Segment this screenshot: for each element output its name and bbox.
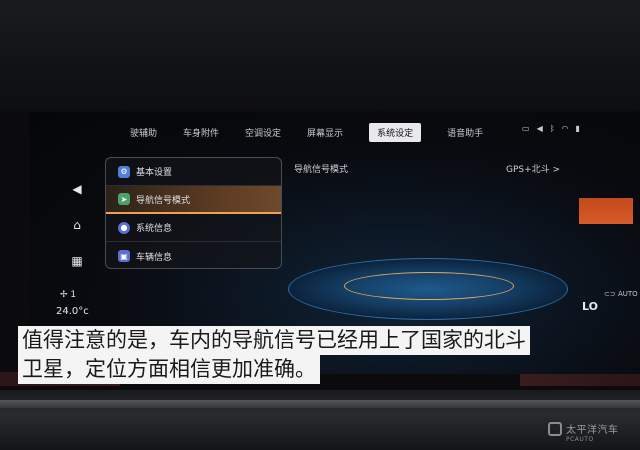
- top-tab-bar: 驶辅助 车身附件 空调设定 屏幕显示 系统设定 语音助手: [130, 122, 590, 142]
- watermark: 太平洋汽车 PCAUTO: [566, 421, 619, 443]
- gear-icon: ⚙: [118, 165, 130, 178]
- menu-item-label: 导航信号模式: [136, 195, 191, 206]
- menu-item-label: 基本设置: [136, 168, 173, 178]
- menu-item-basic-settings[interactable]: ⚙ 基本设置: [106, 158, 281, 186]
- menu-item-vehicle-info[interactable]: ▣ 车辆信息: [106, 242, 281, 268]
- image-caption: 值得注意的是，车内的导航信号已经用上了国家的北斗 卫星，定位方面相信更加准确。: [18, 326, 530, 384]
- car-info-icon: ▣: [118, 250, 130, 262]
- left-temperature[interactable]: 24.0°c: [56, 306, 89, 317]
- navigation-icon: ➤: [118, 193, 130, 205]
- left-rail: ◀ ⌂ ▦: [70, 182, 84, 268]
- status-bar: ▭ ◀ ᛒ ◠ ▮: [522, 124, 580, 133]
- back-icon[interactable]: ◀: [70, 182, 84, 196]
- caption-line-1: 值得注意的是，车内的导航信号已经用上了国家的北斗: [18, 326, 530, 355]
- car-icon: ⊂⊃: [604, 290, 618, 298]
- volume-icon: ◀: [536, 124, 543, 133]
- ambient-light-reflection: [579, 198, 633, 224]
- info-icon: ●: [118, 221, 130, 234]
- ring-highlight: [344, 272, 514, 300]
- wifi-icon: ◠: [561, 124, 569, 133]
- nav-signal-mode-label: 导航信号模式: [294, 165, 349, 175]
- dashboard-bottom: [0, 390, 640, 450]
- home-icon[interactable]: ⌂: [70, 218, 84, 232]
- tab-voice-assistant[interactable]: 语音助手: [447, 126, 483, 139]
- settings-menu: ⚙ 基本设置 ➤ 导航信号模式 ● 系统信息 ▣ 车辆信息: [105, 157, 282, 269]
- fan-icon: ✢: [60, 290, 71, 300]
- dashboard-top: [0, 0, 640, 110]
- menu-item-label: 车辆信息: [136, 252, 173, 263]
- tab-ac-settings[interactable]: 空调设定: [245, 126, 281, 139]
- menu-item-system-info[interactable]: ● 系统信息: [106, 214, 281, 242]
- tab-system-settings[interactable]: 系统设定: [369, 122, 422, 142]
- watermark-sub: PCAUTO: [566, 436, 594, 443]
- watermark-brand: 太平洋汽车: [566, 425, 619, 436]
- menu-item-label: 系统信息: [136, 224, 173, 234]
- dashboard-trim-strip: [0, 400, 640, 408]
- climate-auto-label: ⊂⊃ AUTO: [604, 290, 638, 298]
- signal-icon: ▮: [575, 124, 580, 133]
- fan-level[interactable]: ✢ 1: [60, 290, 76, 300]
- tab-driving-assist[interactable]: 驶辅助: [130, 126, 157, 139]
- dashboard-trim-right: [520, 372, 640, 386]
- right-temperature[interactable]: LO: [582, 300, 598, 313]
- bluetooth-icon: ᛒ: [549, 124, 555, 133]
- nav-signal-mode-value[interactable]: GPS+北斗 >: [506, 162, 560, 175]
- tab-screen-display[interactable]: 屏幕显示: [307, 126, 343, 139]
- caption-line-2: 卫星，定位方面相信更加准确。: [18, 355, 320, 384]
- tab-body-accessories[interactable]: 车身附件: [183, 126, 219, 139]
- menu-item-nav-signal-mode[interactable]: ➤ 导航信号模式: [106, 186, 281, 214]
- phone-icon: ▭: [522, 124, 530, 133]
- apps-grid-icon[interactable]: ▦: [70, 254, 84, 268]
- watermark-logo: [548, 422, 562, 436]
